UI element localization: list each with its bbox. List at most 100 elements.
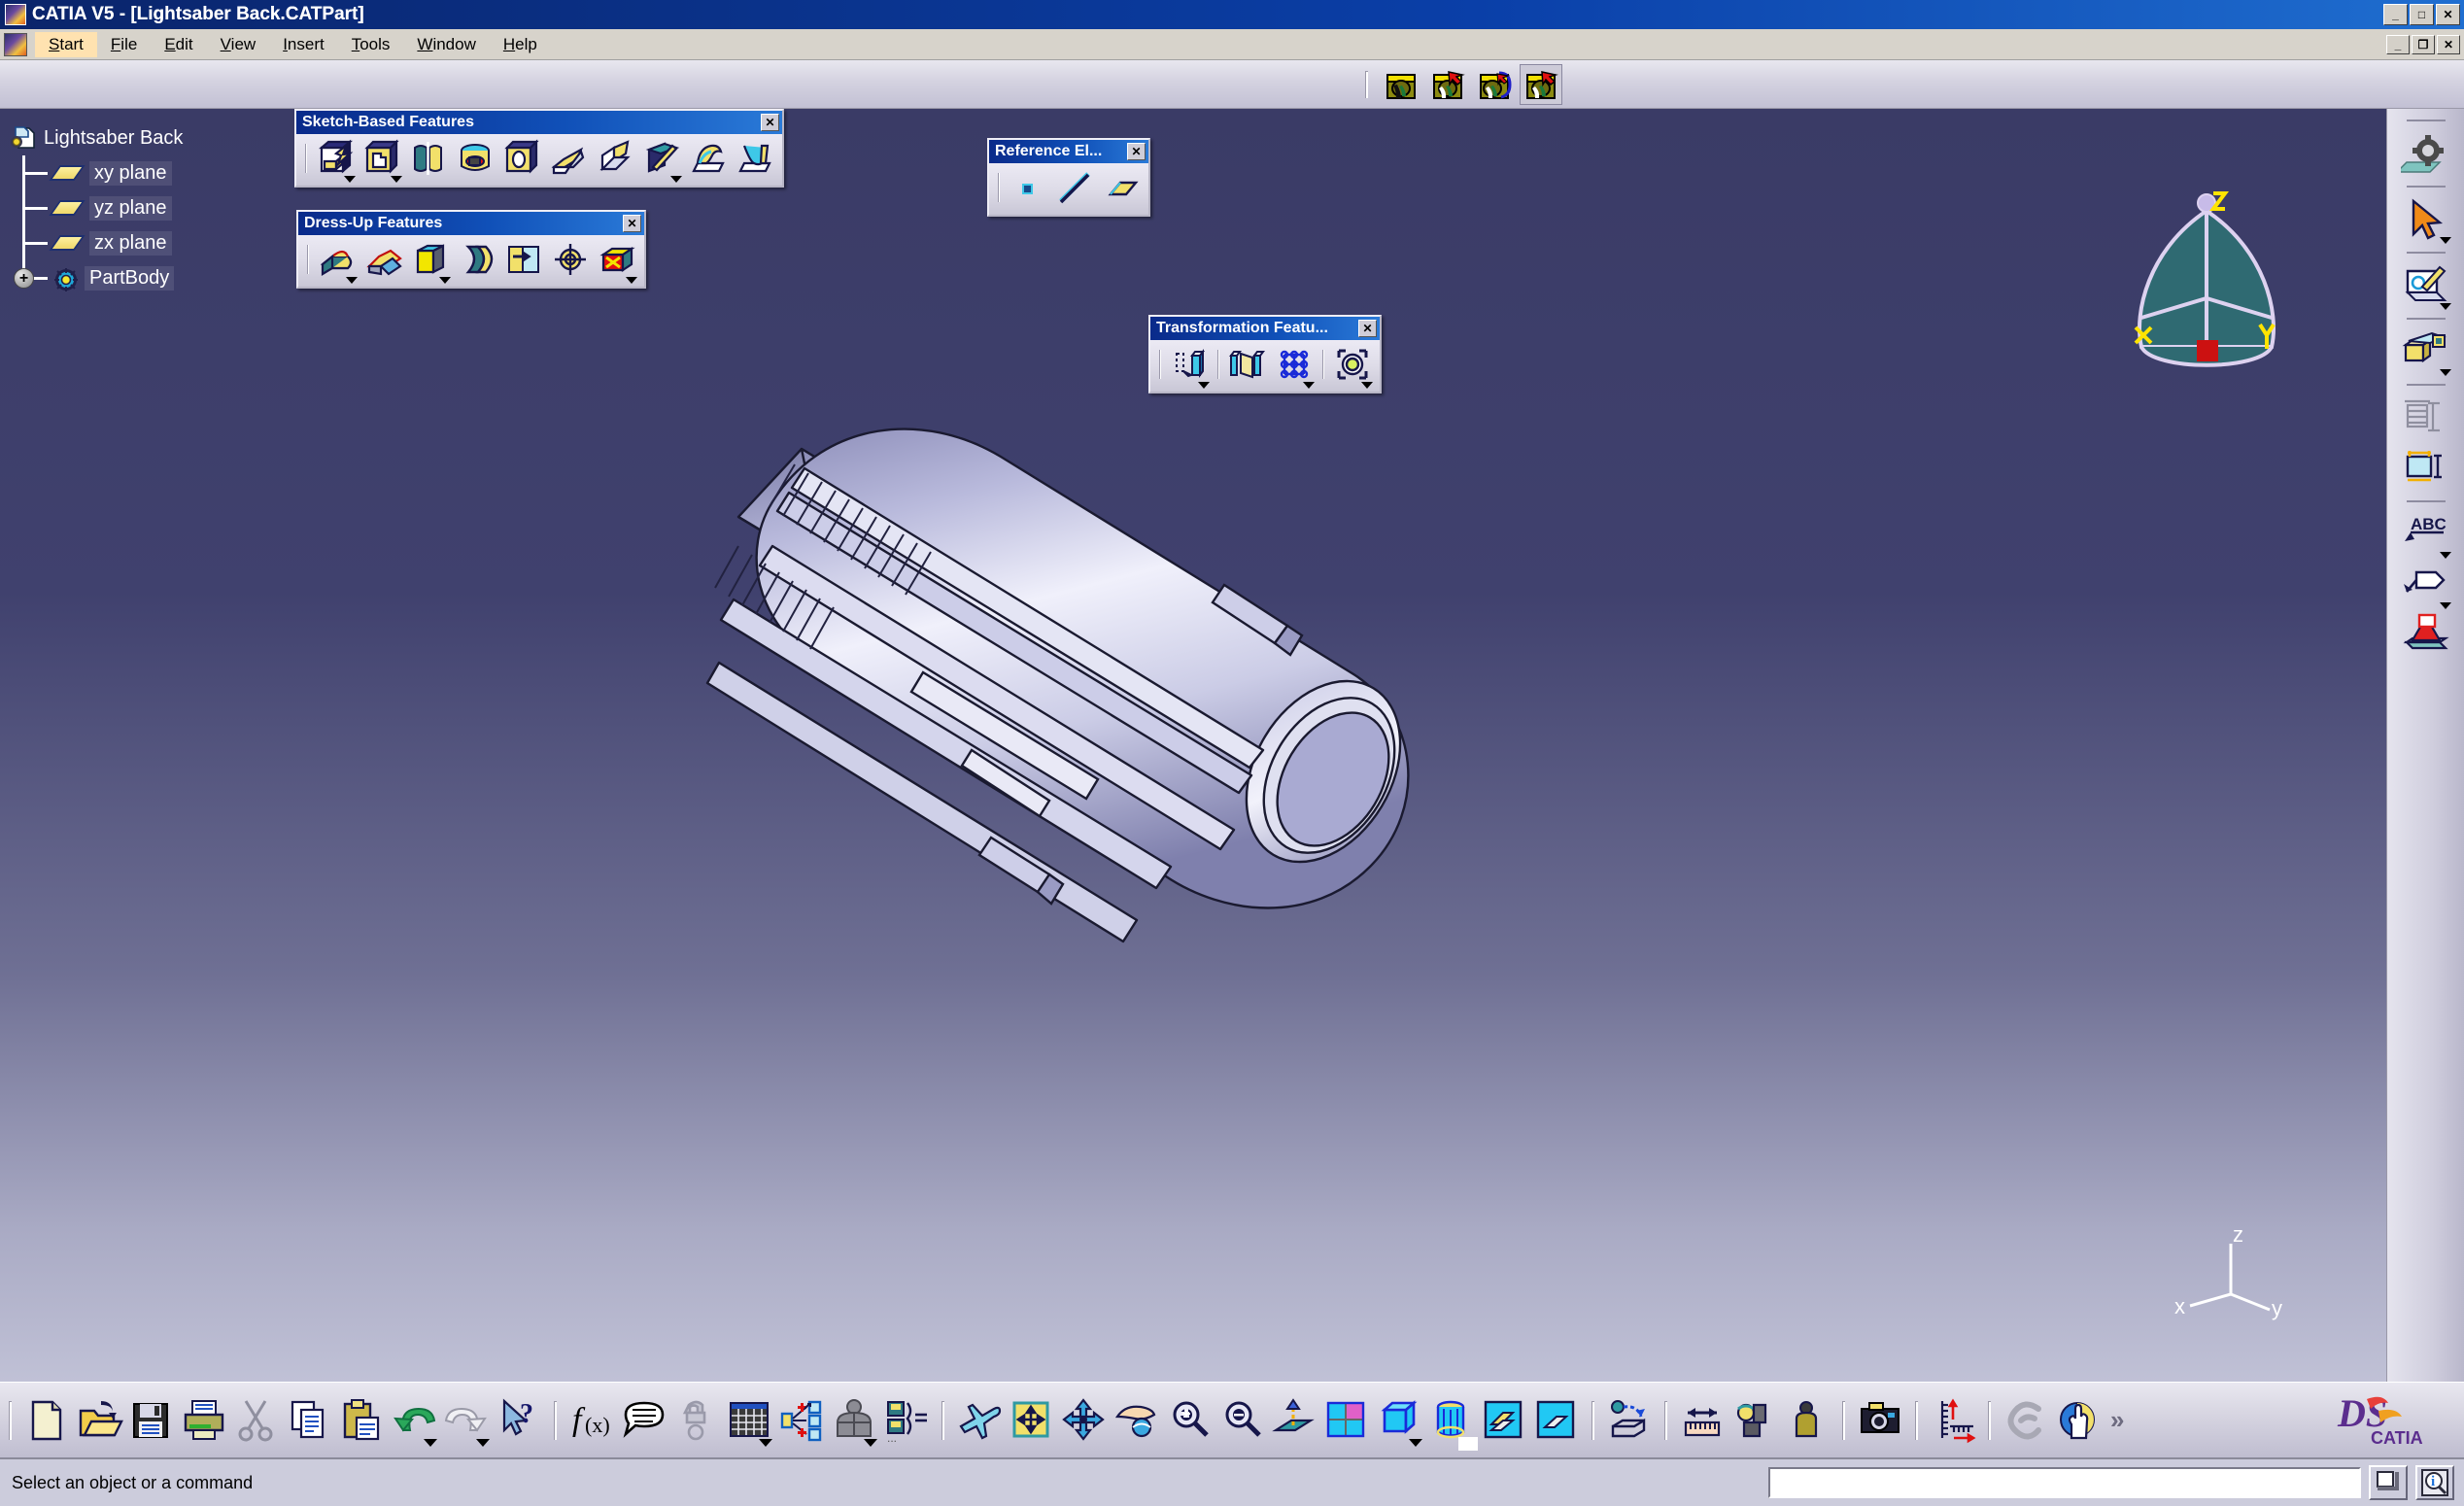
doc-close-button[interactable]: ✕ <box>2437 34 2460 54</box>
shaft-button[interactable] <box>406 138 451 179</box>
3d-compass[interactable] <box>2114 177 2299 386</box>
menu-view[interactable]: View <box>207 32 270 57</box>
measure-inertia-icon[interactable] <box>1783 1395 1831 1446</box>
groove-button[interactable] <box>453 138 497 179</box>
menu-help[interactable]: Help <box>490 32 551 57</box>
print-icon[interactable] <box>180 1395 228 1446</box>
toolbar-grip[interactable] <box>1217 350 1219 379</box>
copy-icon[interactable] <box>285 1395 333 1446</box>
design-table-icon[interactable] <box>725 1395 773 1447</box>
workbench-sketcher-button[interactable] <box>1474 65 1515 104</box>
window-layout-icon[interactable] <box>2369 1465 2408 1500</box>
menu-edit[interactable]: Edit <box>151 32 206 57</box>
line-button[interactable] <box>1052 167 1097 208</box>
edge-fillet-button[interactable] <box>315 239 359 284</box>
toolbar-grip[interactable] <box>1842 1400 1845 1440</box>
zoom-in-icon[interactable] <box>1165 1395 1214 1446</box>
close-icon[interactable]: ✕ <box>1127 143 1146 160</box>
pan-icon[interactable] <box>1060 1395 1109 1446</box>
capture-camera-icon[interactable] <box>1856 1395 1904 1446</box>
isometric-view-icon[interactable] <box>1375 1395 1423 1447</box>
close-icon[interactable]: ✕ <box>1358 320 1377 337</box>
fit-all-in-icon[interactable] <box>1008 1395 1056 1446</box>
toolbar-caption[interactable]: Dress-Up Features ✕ <box>298 212 644 235</box>
rectangular-pattern-button[interactable] <box>1272 344 1317 389</box>
toolbar-overflow-chevron[interactable]: » <box>2110 1405 2124 1435</box>
scaling-button[interactable] <box>1330 344 1375 389</box>
draft-angle-button[interactable] <box>408 239 453 284</box>
minimize-button[interactable]: _ <box>2383 4 2408 25</box>
tree-item-xy-plane[interactable]: xy plane <box>10 155 330 190</box>
tree-expander-plus[interactable]: + <box>14 268 34 289</box>
optimization-icon[interactable] <box>830 1395 878 1447</box>
undo-icon[interactable] <box>390 1395 438 1447</box>
cut-section-icon[interactable] <box>1605 1395 1654 1446</box>
rotate-icon[interactable] <box>1112 1395 1161 1446</box>
info-icon[interactable]: i <box>2415 1465 2454 1500</box>
menu-file[interactable]: File <box>97 32 151 57</box>
normal-view-icon[interactable] <box>1270 1395 1318 1446</box>
doc-restore-button[interactable]: ❐ <box>2412 34 2435 54</box>
toolbar-caption[interactable]: Sketch-Based Features ✕ <box>296 111 782 134</box>
toolbar-transformation-features[interactable]: Transformation Featu... ✕ <box>1148 315 1382 394</box>
constraint-icon[interactable] <box>2401 444 2451 493</box>
workbench-generative-shape-design-button[interactable] <box>1520 63 1562 105</box>
toolbar-grip[interactable] <box>1591 1400 1594 1440</box>
multi-view-icon[interactable] <box>1322 1395 1371 1446</box>
toolbar-grip[interactable] <box>1365 70 1368 98</box>
menu-tools[interactable]: Tools <box>338 32 404 57</box>
measure-item-icon[interactable] <box>1730 1395 1779 1446</box>
toolbar-grip[interactable] <box>307 245 309 274</box>
menu-window[interactable]: Window <box>403 32 489 57</box>
sketcher-icon[interactable] <box>2401 261 2451 310</box>
toolbar-grip[interactable] <box>1322 350 1324 379</box>
measure-between-icon[interactable] <box>1678 1395 1727 1446</box>
pad-button[interactable] <box>313 138 358 183</box>
shell-button[interactable] <box>455 239 499 280</box>
flag-note-icon[interactable] <box>2401 561 2451 609</box>
point-button[interactable] <box>1006 167 1050 208</box>
workbench-switch-icon[interactable] <box>2394 129 2451 178</box>
shading-with-edges-icon[interactable] <box>1427 1395 1478 1451</box>
pocket-button[interactable] <box>359 138 404 183</box>
stiffener-button[interactable] <box>639 138 684 183</box>
close-icon[interactable]: ✕ <box>761 114 779 131</box>
scene-ruler-icon[interactable] <box>1929 1395 1977 1446</box>
thickness-button[interactable] <box>501 239 546 280</box>
redo-icon[interactable] <box>442 1395 491 1447</box>
menu-start[interactable]: Start <box>35 31 97 57</box>
workbench-part-design-button[interactable] <box>1381 65 1421 104</box>
close-button[interactable]: ✕ <box>2436 4 2460 25</box>
chamfer-button[interactable] <box>361 239 406 280</box>
swap-visible-space-icon[interactable] <box>1532 1395 1581 1446</box>
text-annotation-icon[interactable]: ABC <box>2401 510 2451 559</box>
toolbar-sketch-based-features[interactable]: Sketch-Based Features ✕ <box>294 109 784 188</box>
insert-view-icon[interactable] <box>2401 611 2451 660</box>
tree-item-partbody[interactable]: + PartBody <box>10 260 330 295</box>
toolbar-grip[interactable] <box>941 1400 944 1440</box>
toolbar-grip[interactable] <box>1159 350 1161 379</box>
toolbar-grip[interactable] <box>1988 1400 1991 1440</box>
loft-button[interactable] <box>686 138 731 179</box>
touch-rotate-icon[interactable] <box>2054 1395 2103 1446</box>
translation-button[interactable] <box>1167 344 1212 389</box>
zoom-out-icon[interactable] <box>1217 1395 1266 1446</box>
remove-face-button[interactable] <box>595 239 639 284</box>
enovia-icon[interactable] <box>2002 1395 2050 1446</box>
open-icon[interactable] <box>75 1395 123 1446</box>
apply-material-icon[interactable] <box>2401 327 2451 376</box>
mirror-button[interactable] <box>1225 344 1270 385</box>
workbench-assembly-design-button[interactable] <box>1427 65 1468 104</box>
thread-tap-button[interactable] <box>548 239 593 280</box>
formula-fx-icon[interactable]: f (x) <box>567 1395 616 1446</box>
toolbar-grip[interactable] <box>1664 1400 1667 1440</box>
tree-item-yz-plane[interactable]: yz plane <box>10 190 330 225</box>
hide-show-icon[interactable] <box>1480 1395 1528 1446</box>
specification-tree[interactable]: Lightsaber Back xy plane yz plane zx pla… <box>10 120 330 295</box>
toolbar-grip[interactable] <box>305 144 307 173</box>
toolbar-dress-up-features[interactable]: Dress-Up Features ✕ <box>296 210 646 289</box>
toolbar-reference-elements[interactable]: Reference El... ✕ <box>987 138 1150 217</box>
save-icon[interactable] <box>127 1395 176 1446</box>
paste-icon[interactable] <box>337 1395 386 1446</box>
maximize-button[interactable]: □ <box>2410 4 2434 25</box>
